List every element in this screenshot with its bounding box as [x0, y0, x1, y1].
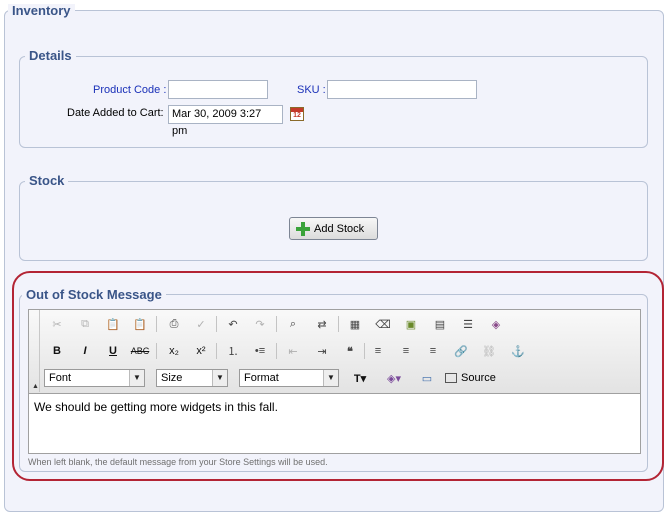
product-code-input[interactable] [168, 80, 268, 99]
sku-input[interactable] [327, 80, 477, 99]
details-legend: Details [25, 49, 76, 63]
sku-label: SKU : [297, 84, 326, 96]
add-stock-label: Add Stock [314, 222, 365, 235]
product-code-label: Product Code : [93, 84, 167, 96]
stock-legend: Stock [25, 174, 69, 188]
plus-icon [296, 221, 310, 236]
date-added-label: Date Added to Cart: [67, 107, 164, 119]
highlight-outline [12, 271, 664, 481]
add-stock-button[interactable]: Add Stock [289, 217, 378, 240]
calendar-icon[interactable]: 12 [290, 107, 304, 121]
details-fieldset [19, 56, 648, 148]
date-added-input[interactable]: Mar 30, 2009 3:27 pm [168, 105, 283, 137]
inventory-legend: Inventory [8, 4, 75, 18]
